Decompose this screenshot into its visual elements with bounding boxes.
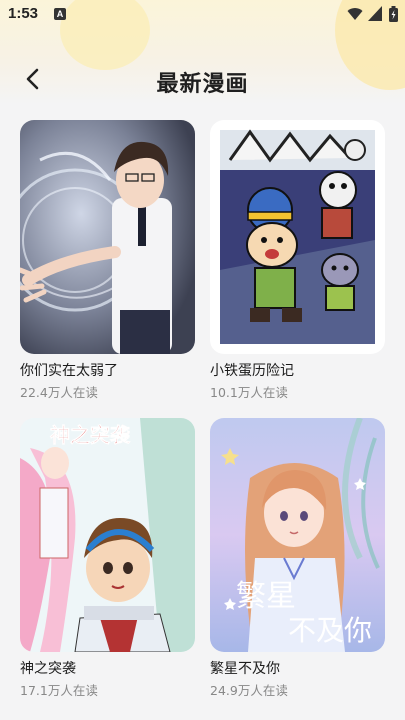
- wifi-icon: [347, 8, 363, 20]
- comic-card[interactable]: 神之突袭 神之突袭 17.1万人在读: [20, 418, 195, 698]
- comic-read-count: 17.1万人在读: [20, 683, 98, 698]
- status-bar: 1:53 A: [0, 0, 405, 28]
- comic-cover-image[interactable]: 繁星 不及你: [210, 418, 385, 652]
- cover-title-text: 神之突袭: [50, 423, 131, 447]
- comic-title: 繁星不及你: [210, 661, 280, 677]
- comic-cover-image[interactable]: [20, 120, 195, 354]
- cover-title-line1: 繁星: [236, 579, 296, 614]
- comic-card[interactable]: 小铁蛋历险记 10.1万人在读: [210, 120, 385, 400]
- comic-read-count: 10.1万人在读: [210, 385, 288, 400]
- comic-card[interactable]: 繁星 不及你 繁星不及你 24.9万人在读: [210, 418, 385, 698]
- comic-read-count: 24.9万人在读: [210, 683, 288, 698]
- comic-title: 小铁蛋历险记: [210, 363, 294, 379]
- signal-icon: [368, 6, 382, 21]
- comic-cover-image[interactable]: [210, 120, 385, 354]
- page-title: 最新漫画: [156, 72, 249, 97]
- comic-title: 神之突袭: [20, 661, 76, 677]
- battery-icon: [389, 6, 398, 22]
- comic-title: 你们实在太弱了: [20, 363, 118, 379]
- comic-read-count: 22.4万人在读: [20, 385, 98, 400]
- page-header: 最新漫画: [0, 50, 405, 108]
- comic-cover-image[interactable]: 神之突袭: [20, 418, 195, 652]
- cover-title-line2: 不及你: [288, 614, 372, 647]
- notification-badge: A: [54, 8, 66, 20]
- status-time: 1:53: [8, 5, 39, 22]
- comic-card[interactable]: 你们实在太弱了 22.4万人在读: [20, 120, 195, 400]
